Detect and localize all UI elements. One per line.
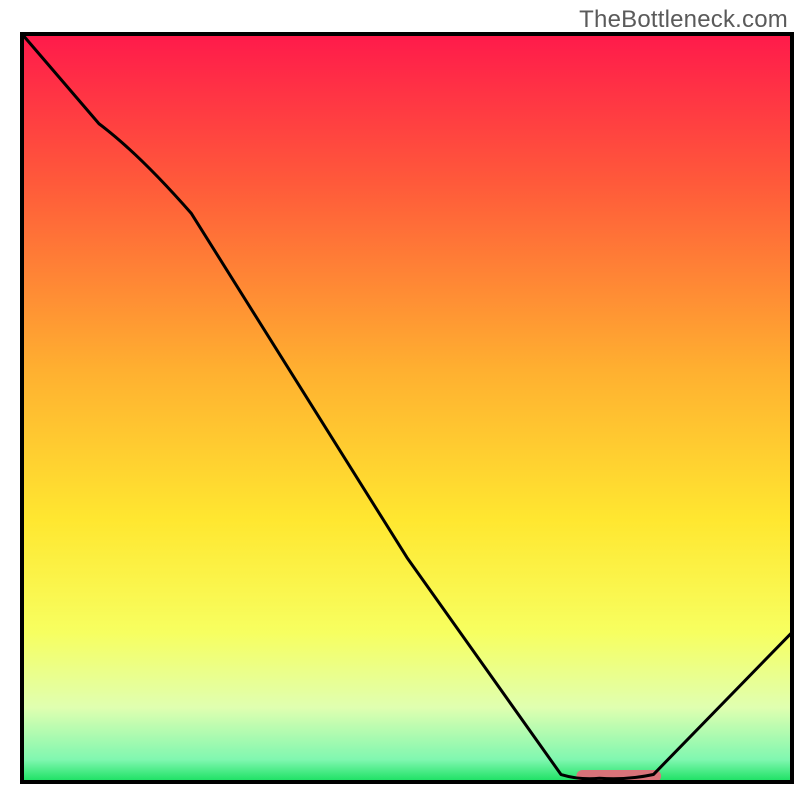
bottleneck-chart xyxy=(0,0,800,800)
chart-container: { "watermark": "TheBottleneck.com", "cha… xyxy=(0,0,800,800)
plot-background xyxy=(22,34,792,782)
